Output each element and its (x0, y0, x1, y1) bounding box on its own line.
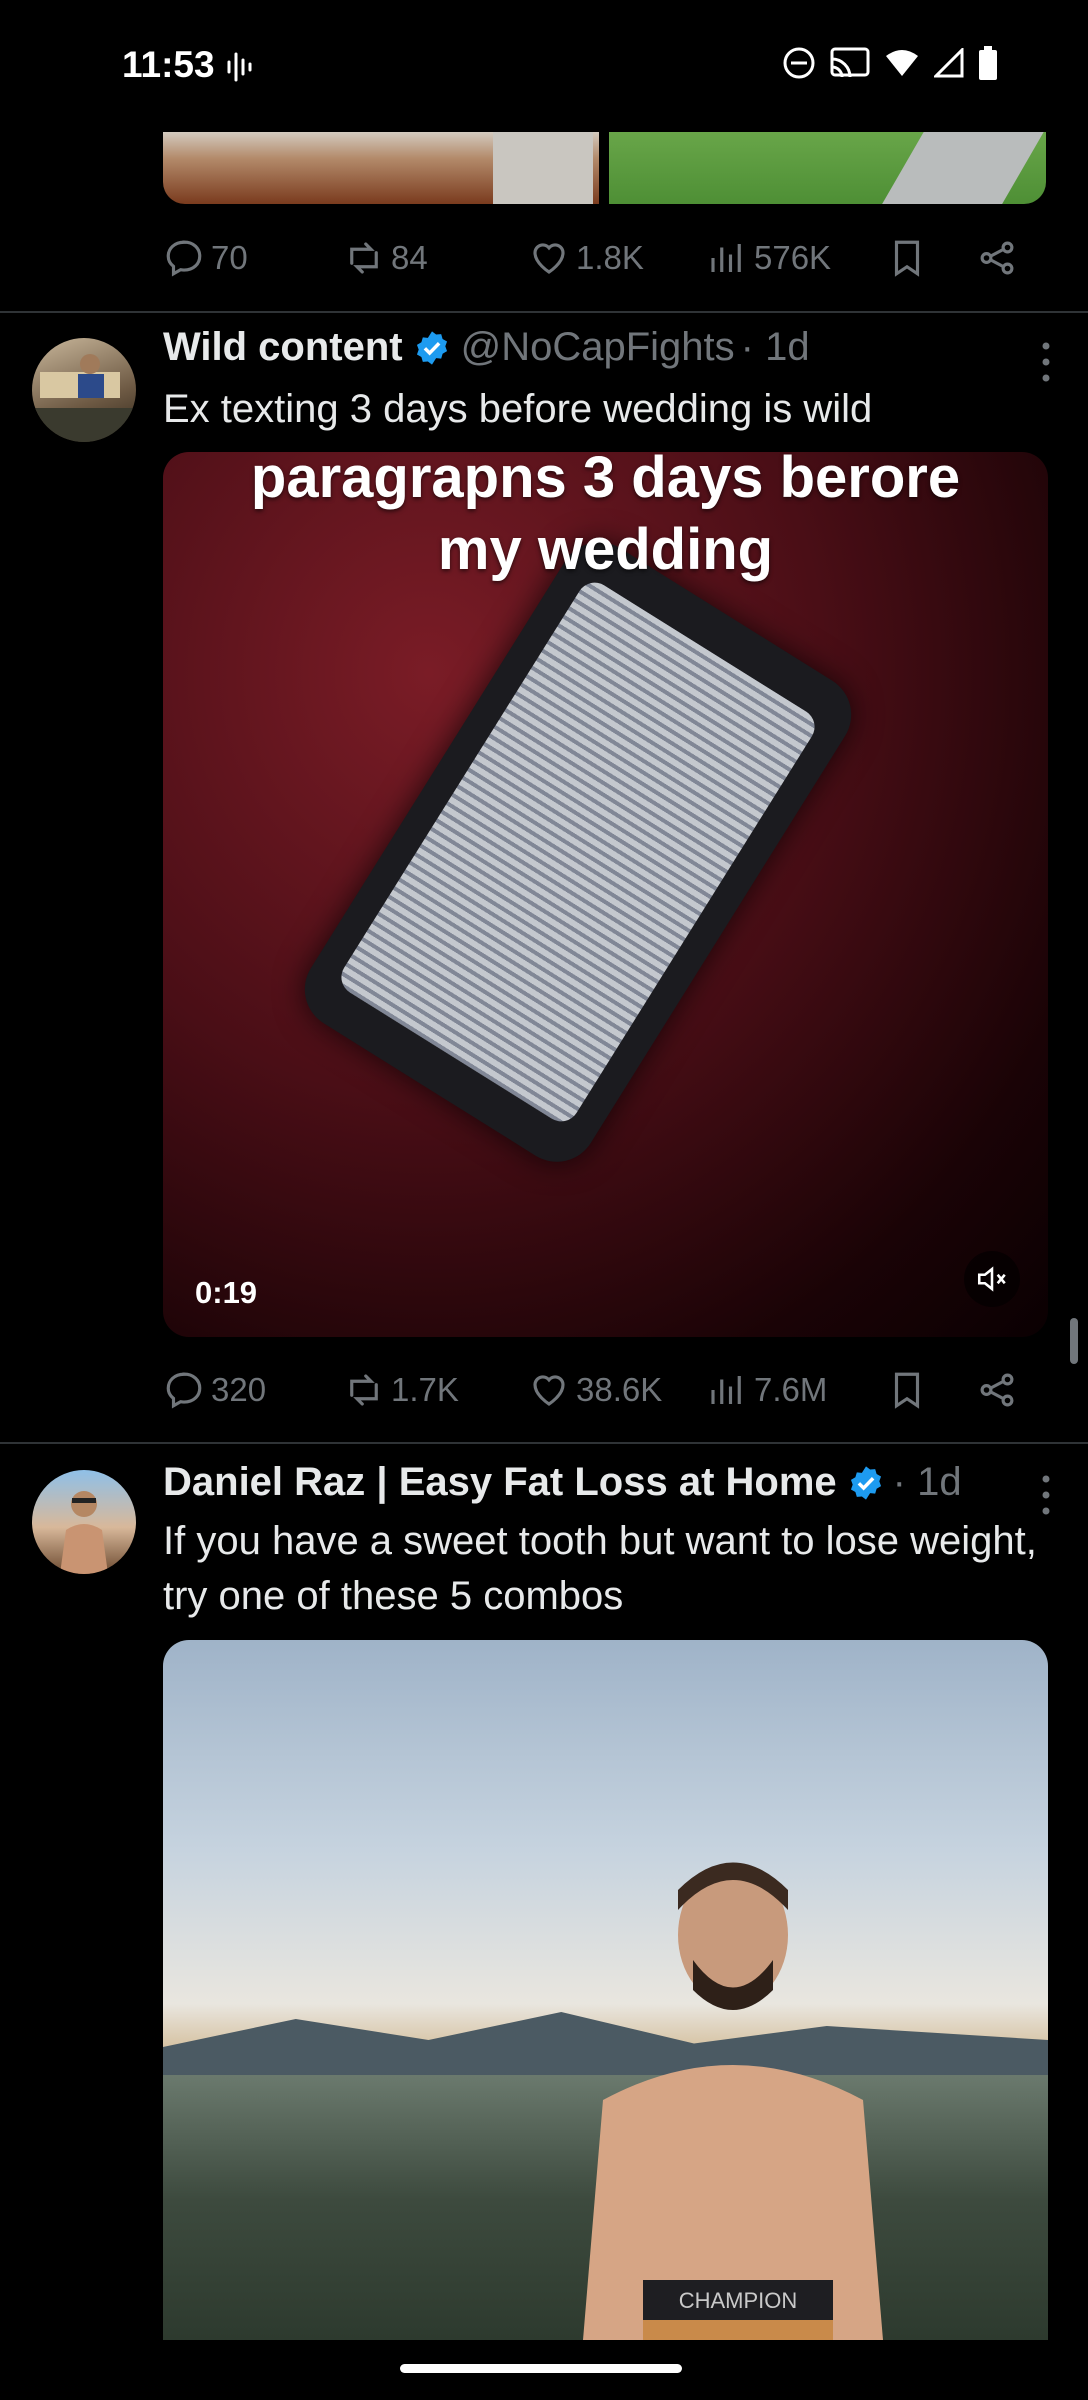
retweet-icon (350, 1374, 378, 1406)
share-button[interactable] (976, 237, 1018, 279)
video-frame-phone (289, 527, 867, 1177)
video-caption-line2: my wedding (437, 517, 774, 582)
status-bar: 11:53 (0, 0, 1088, 132)
share-icon (980, 1373, 1014, 1407)
tweet-photo[interactable]: CHAMPION (163, 1640, 1048, 2340)
retweet-count: 84 (391, 239, 428, 276)
wifi-icon (886, 50, 918, 76)
like-button[interactable]: 1.8K (528, 237, 706, 279)
video-caption-line1: paragrapns 3 days berore (250, 452, 961, 510)
reply-count: 70 (211, 239, 248, 276)
photo-brand-text: CHAMPION (679, 2288, 798, 2313)
author-name[interactable]: Wild content (163, 325, 403, 370)
tweet-divider (0, 311, 1088, 313)
tweet-time[interactable]: · 1d (741, 325, 810, 370)
avatar-image (32, 354, 136, 442)
bookmark-button[interactable] (886, 1369, 976, 1411)
previous-tweet-actions: 70 84 1.8K 576K (163, 228, 1023, 288)
previous-tweet-media[interactable] (163, 128, 1048, 204)
media-image-lawn[interactable] (609, 128, 1046, 204)
tweet-header: Daniel Raz | Easy Fat Loss at Home · 1d (163, 1460, 962, 1505)
retweet-button[interactable]: 1.7K (343, 1369, 528, 1411)
tweet-text: If you have a sweet tooth but want to lo… (163, 1519, 1037, 1618)
home-indicator[interactable] (400, 2364, 682, 2373)
verified-badge-icon (850, 1465, 881, 1500)
reply-button[interactable]: 320 (163, 1369, 343, 1411)
bookmark-button[interactable] (886, 237, 976, 279)
do-not-disturb-icon (783, 47, 815, 79)
cast-icon (830, 47, 870, 78)
verified-badge-icon (416, 330, 447, 365)
more-options-icon[interactable] (1040, 340, 1052, 384)
tweet-time[interactable]: · 1d (893, 1460, 962, 1505)
avatar[interactable] (32, 1470, 136, 1574)
heart-icon (533, 1375, 565, 1406)
bookmark-icon (894, 240, 920, 277)
media-image-room[interactable] (163, 128, 599, 204)
views-button[interactable]: 576K (706, 237, 886, 279)
reply-icon (166, 1372, 202, 1409)
photo-man: CHAMPION (583, 1862, 883, 2340)
mute-button[interactable] (964, 1251, 1020, 1307)
tweet-text: Ex texting 3 days before wedding is wild (163, 387, 873, 431)
bookmark-icon (894, 1372, 920, 1409)
views-count: 7.6M (754, 1371, 828, 1408)
author-handle[interactable]: @NoCapFights (461, 325, 735, 370)
views-count: 576K (754, 239, 832, 276)
retweet-count: 1.7K (391, 1371, 459, 1408)
tweet-actions: 320 1.7K 38.6K 7.6M (163, 1360, 1023, 1420)
like-count: 38.6K (576, 1371, 663, 1408)
heart-icon (533, 243, 565, 274)
scrollbar[interactable] (1070, 1318, 1078, 1364)
share-button[interactable] (976, 1369, 1018, 1411)
sound-wave-icon (227, 52, 252, 82)
tweet-divider (0, 1442, 1088, 1444)
video-duration: 0:19 (195, 1275, 258, 1310)
video-player[interactable]: paragrapns 3 days berore my wedding 0:19 (163, 452, 1048, 1337)
like-count: 1.8K (576, 239, 644, 276)
speaker-muted-icon (977, 1266, 1006, 1292)
like-button[interactable]: 38.6K (528, 1369, 706, 1411)
views-icon (711, 1376, 741, 1404)
reply-button[interactable]: 70 (163, 237, 343, 279)
views-button[interactable]: 7.6M (706, 1369, 886, 1411)
views-icon (711, 244, 741, 272)
retweet-icon (350, 242, 378, 274)
tweet-header: Wild content @NoCapFights · 1d (163, 325, 810, 370)
share-icon (980, 241, 1014, 275)
avatar-image (60, 1491, 108, 1574)
reply-icon (166, 240, 202, 277)
retweet-button[interactable]: 84 (343, 237, 528, 279)
cell-signal-icon (934, 48, 964, 78)
avatar[interactable] (32, 338, 136, 442)
battery-icon (979, 46, 997, 80)
author-name[interactable]: Daniel Raz | Easy Fat Loss at Home (163, 1460, 837, 1505)
reply-count: 320 (211, 1371, 267, 1408)
more-options-icon[interactable] (1040, 1473, 1052, 1517)
status-time: 11:53 (122, 44, 215, 85)
